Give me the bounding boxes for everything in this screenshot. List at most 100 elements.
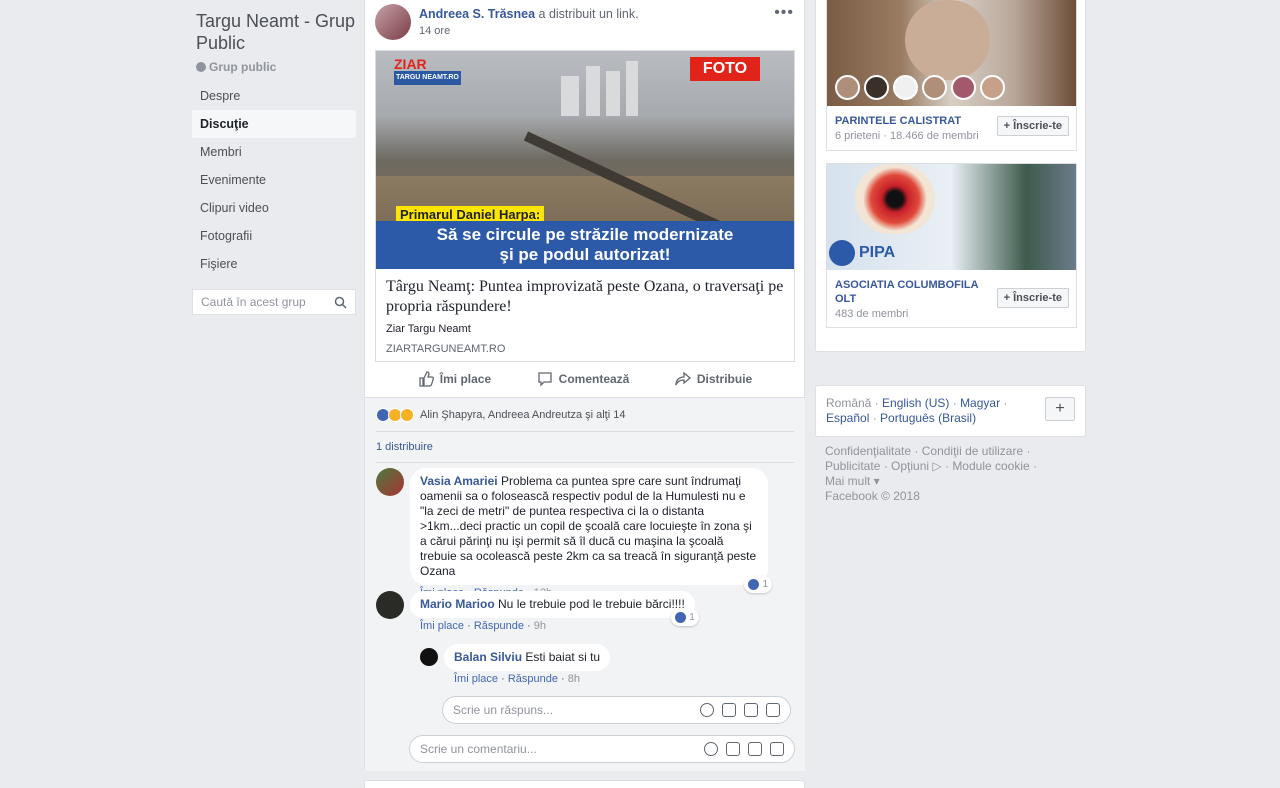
share-icon [675, 371, 691, 386]
building-shape [606, 71, 620, 116]
ziar-logo: ZIAR TARGU NEAMT.RO [394, 57, 461, 85]
post-time[interactable]: 14 ore [419, 25, 639, 37]
share-label: Distribuie [696, 372, 753, 386]
image-caption-line1: Să se circule pe străzile modernizate [436, 225, 734, 244]
cover-portrait [905, 0, 990, 80]
group-title[interactable]: Targu Neamt - Grup Public [192, 10, 356, 54]
footer-link[interactable]: Confidenţialitate [825, 444, 911, 458]
link-preview[interactable]: ZIAR TARGU NEAMT.RO FOTO Primarul Daniel… [375, 50, 795, 362]
comment-item: Mario Marioo Nu le trebuie pod le trebui… [376, 591, 699, 632]
emoji-icon[interactable] [700, 703, 714, 717]
comment-input[interactable]: Scrie un comentariu... [409, 735, 795, 763]
language-link[interactable]: Español [826, 411, 869, 425]
reply-meta: Îmi place · Răspunde · 8h [454, 673, 580, 685]
share-button[interactable]: Distribuie [675, 371, 752, 387]
reply-like-link[interactable]: Îmi place [454, 673, 498, 685]
nav-item-membri[interactable]: Membri [192, 138, 356, 166]
bird-icon [829, 240, 855, 266]
group-search-input[interactable]: Caută în acest grup [192, 289, 356, 315]
like-icon [675, 612, 687, 623]
reply-placeholder: Scrie un răspuns... [453, 703, 554, 717]
reply-time[interactable]: 8h [568, 673, 580, 685]
sticker-icon[interactable] [770, 742, 784, 756]
member-avatar[interactable] [951, 75, 976, 100]
suggested-group-name[interactable]: ASOCIATIA COLUMBOFILA OLT [835, 278, 985, 306]
comment-bubble: Vasia Amariei Problema ca puntea spre ca… [410, 468, 772, 593]
footer-link[interactable]: Condiţii de utilizare [922, 444, 1023, 458]
nav-item-discutie[interactable]: Discuţie [192, 110, 356, 138]
nav-item-evenimente[interactable]: Evenimente [192, 166, 356, 194]
emoji-icon[interactable] [704, 742, 718, 756]
like-icon [748, 579, 760, 590]
commenter-avatar[interactable] [376, 591, 404, 619]
sticker-icon[interactable] [766, 703, 780, 717]
post-author[interactable]: Andreea S. Trăsnea [419, 7, 535, 21]
reply-input[interactable]: Scrie un răspuns... [442, 696, 791, 724]
group-privacy-label: Grup public [209, 60, 277, 74]
search-icon[interactable] [334, 296, 347, 309]
thumbs-up-icon [419, 371, 434, 387]
footer-link[interactable]: Module cookie [952, 459, 1029, 473]
comment-likes: 1 [762, 579, 768, 590]
nav-item-despre[interactable]: Despre [192, 82, 356, 110]
join-button[interactable]: + Înscrie-te [996, 288, 1069, 308]
like-button[interactable]: Îmi place [418, 371, 491, 387]
post-menu-icon[interactable]: ••• [774, 4, 794, 22]
member-avatar[interactable] [980, 75, 1005, 100]
nav-item-fotografii[interactable]: Fotografii [192, 222, 356, 250]
language-link[interactable]: English (US) [882, 396, 949, 410]
comment-time[interactable]: 9h [534, 620, 546, 632]
join-button[interactable]: + Înscrie-te [996, 116, 1069, 136]
link-title[interactable]: Târgu Neamţ: Puntea improvizată peste Oz… [386, 277, 784, 317]
comment-likes: 1 [689, 612, 695, 623]
reactions-summary[interactable]: Alin Şhapyra, Andreea Andreutza şi alţi … [376, 408, 625, 422]
comment-button[interactable]: Comentează [537, 371, 629, 387]
link-image[interactable]: ZIAR TARGU NEAMT.RO FOTO Primarul Daniel… [376, 51, 794, 269]
comment-meta: Îmi place · Răspunde · 9h [420, 620, 546, 632]
like-label: Îmi place [439, 372, 492, 386]
link-text: Târgu Neamţ: Puntea improvizată peste Oz… [376, 269, 794, 361]
author-avatar[interactable] [375, 4, 411, 40]
comment-like-count[interactable]: 1 [671, 609, 699, 626]
language-link[interactable]: Magyar [960, 396, 1000, 410]
reactions-names[interactable]: Alin Şhapyra, Andreea Andreutza şi alţi … [420, 409, 625, 421]
replier-name[interactable]: Balan Silviu [454, 650, 522, 664]
comment-like-count[interactable]: 1 [744, 576, 772, 593]
footer-link[interactable]: Publicitate [825, 459, 880, 473]
comment-reply-link[interactable]: Răspunde [474, 620, 524, 632]
comment-like-link[interactable]: Îmi place [420, 620, 464, 632]
comment-text: Problema ca puntea spre care sunt îndrum… [420, 474, 757, 578]
reply-bubble: Balan Silviu Esti baiat si tu [444, 644, 611, 671]
group-search-placeholder: Caută în acest grup [201, 295, 306, 309]
suggested-group-cover[interactable]: PIPA [827, 164, 1076, 270]
comment-item: Vasia Amariei Problema ca puntea spre ca… [376, 468, 772, 599]
nav-item-fisiere[interactable]: Fişiere [192, 250, 356, 278]
suggested-groups: PARINTELE CALISTRAT 6 prieteni · 18.466 … [815, 0, 1086, 352]
footer-link[interactable]: Mai mult [825, 474, 870, 488]
member-avatar[interactable] [835, 75, 860, 100]
camera-icon[interactable] [726, 742, 740, 756]
link-source: Ziar Targu Neamt [386, 323, 471, 335]
pipa-logo: PIPA [829, 240, 895, 266]
add-language-button[interactable]: + [1045, 397, 1075, 421]
ziar-logo-text: ZIAR [394, 56, 427, 72]
member-avatar[interactable] [922, 75, 947, 100]
commenter-name[interactable]: Mario Marioo [420, 597, 495, 611]
pigeon-eye [855, 164, 935, 234]
suggested-group-cover[interactable] [827, 0, 1076, 106]
shares-count[interactable]: 1 distribuire [376, 441, 433, 453]
camera-icon[interactable] [722, 703, 736, 717]
comment-bubble: Mario Marioo Nu le trebuie pod le trebui… [410, 591, 699, 626]
reply-reply-link[interactable]: Răspunde [508, 673, 558, 685]
replier-avatar[interactable] [420, 648, 438, 666]
gif-icon[interactable] [744, 703, 758, 717]
member-avatar[interactable] [864, 75, 889, 100]
gif-icon[interactable] [748, 742, 762, 756]
nav-item-clipuri-video[interactable]: Clipuri video [192, 194, 356, 222]
commenter-avatar[interactable] [376, 468, 404, 496]
member-avatar[interactable] [893, 75, 918, 100]
commenter-name[interactable]: Vasia Amariei [420, 474, 498, 488]
footer-link[interactable]: Opţiuni [891, 459, 929, 473]
post-action: a distribuit un link. [538, 7, 639, 21]
language-link[interactable]: Português (Brasil) [880, 411, 976, 425]
